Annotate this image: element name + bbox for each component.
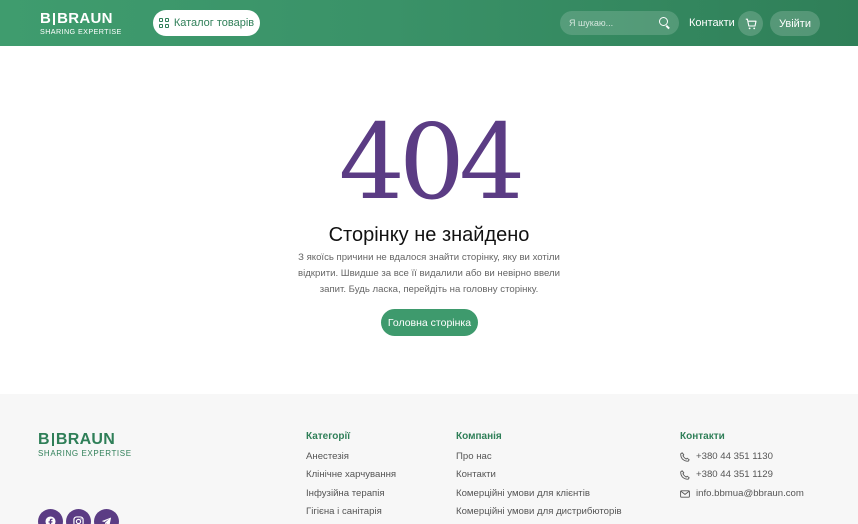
footer-logo-wordmark: BRAUN	[55, 431, 116, 448]
footer-category-link[interactable]: Клінічне харчування	[306, 469, 396, 481]
cart-button[interactable]	[738, 11, 763, 36]
grid-icon	[158, 18, 169, 28]
home-page-button[interactable]: Головна сторінка	[381, 309, 478, 336]
contacts-link[interactable]: Контакти	[689, 17, 735, 29]
footer-category-link[interactable]: Гігієна і санітарія	[306, 506, 396, 518]
instagram-button[interactable]	[66, 509, 91, 524]
footer-phone-2[interactable]: +380 44 351 1129	[680, 469, 804, 481]
logo-divider	[53, 13, 56, 25]
footer-logo[interactable]: B BRAUN SHARING EXPERTISE	[38, 432, 132, 458]
footer-company: Компанія Про нас Контакти Комерційні умо…	[456, 431, 622, 524]
phone-icon	[680, 452, 690, 462]
footer-company-link[interactable]: Про нас	[456, 451, 622, 463]
footer-category-link[interactable]: Анестезія	[306, 451, 396, 463]
login-button[interactable]: Увійти	[770, 11, 820, 36]
cart-icon	[745, 18, 757, 29]
telegram-icon	[101, 517, 112, 524]
header-logo[interactable]: B BRAUN SHARING EXPERTISE	[40, 10, 122, 36]
facebook-icon	[45, 516, 56, 524]
footer-categories-heading: Категорії	[306, 431, 351, 442]
footer-contacts-heading: Контакти	[680, 431, 725, 442]
footer-phone-1-text: +380 44 351 1130	[696, 451, 773, 462]
footer-logo-initial: B	[38, 431, 50, 448]
search-icon[interactable]	[659, 17, 671, 29]
footer-company-link[interactable]: Комерційні умови для клієнтів	[456, 488, 622, 500]
page-title: Сторінку не знайдено	[328, 224, 530, 246]
search-input[interactable]	[569, 18, 659, 28]
footer-phone-2-text: +380 44 351 1129	[696, 469, 773, 481]
logo-wordmark: BRAUN	[57, 10, 113, 27]
top-header: B BRAUN SHARING EXPERTISE Каталог товарів…	[0, 0, 858, 46]
catalog-button-label: Каталог товарів	[173, 17, 255, 29]
footer-logo-tagline: SHARING EXPERTISE	[38, 449, 132, 458]
footer-categories: Категорії Анестезія Клінічне харчування …	[306, 431, 396, 524]
footer-contacts: Контакти +380 44 351 1130 +380 44 351 11…	[680, 431, 804, 506]
search-box[interactable]	[560, 11, 679, 35]
phone-icon	[680, 470, 690, 480]
logo-tagline: SHARING EXPERTISE	[40, 27, 122, 36]
footer-company-link[interactable]: Комерційні умови для дистрибюторів	[456, 506, 622, 518]
footer: B BRAUN SHARING EXPERTISE Категорії Анест…	[0, 394, 858, 524]
footer-phone-1[interactable]: +380 44 351 1130	[680, 451, 804, 463]
instagram-icon	[73, 516, 84, 524]
footer-logo-divider	[51, 433, 54, 446]
footer-email[interactable]: info.bbmua@bbraun.com	[680, 488, 804, 500]
footer-company-heading: Компанія	[456, 431, 502, 442]
footer-company-link[interactable]: Контакти	[456, 469, 622, 481]
telegram-button[interactable]	[94, 509, 119, 524]
footer-email-text: info.bbmua@bbraun.com	[696, 487, 804, 499]
mail-icon	[680, 489, 690, 498]
error-description: З якоїсь причини не вдалося знайти сторі…	[297, 252, 560, 295]
logo-initial: B	[40, 10, 52, 27]
facebook-button[interactable]	[38, 509, 63, 524]
footer-category-link[interactable]: Інфузійна терапія	[306, 488, 396, 500]
error-code: 404	[338, 101, 526, 223]
catalog-button[interactable]: Каталог товарів	[153, 10, 260, 36]
